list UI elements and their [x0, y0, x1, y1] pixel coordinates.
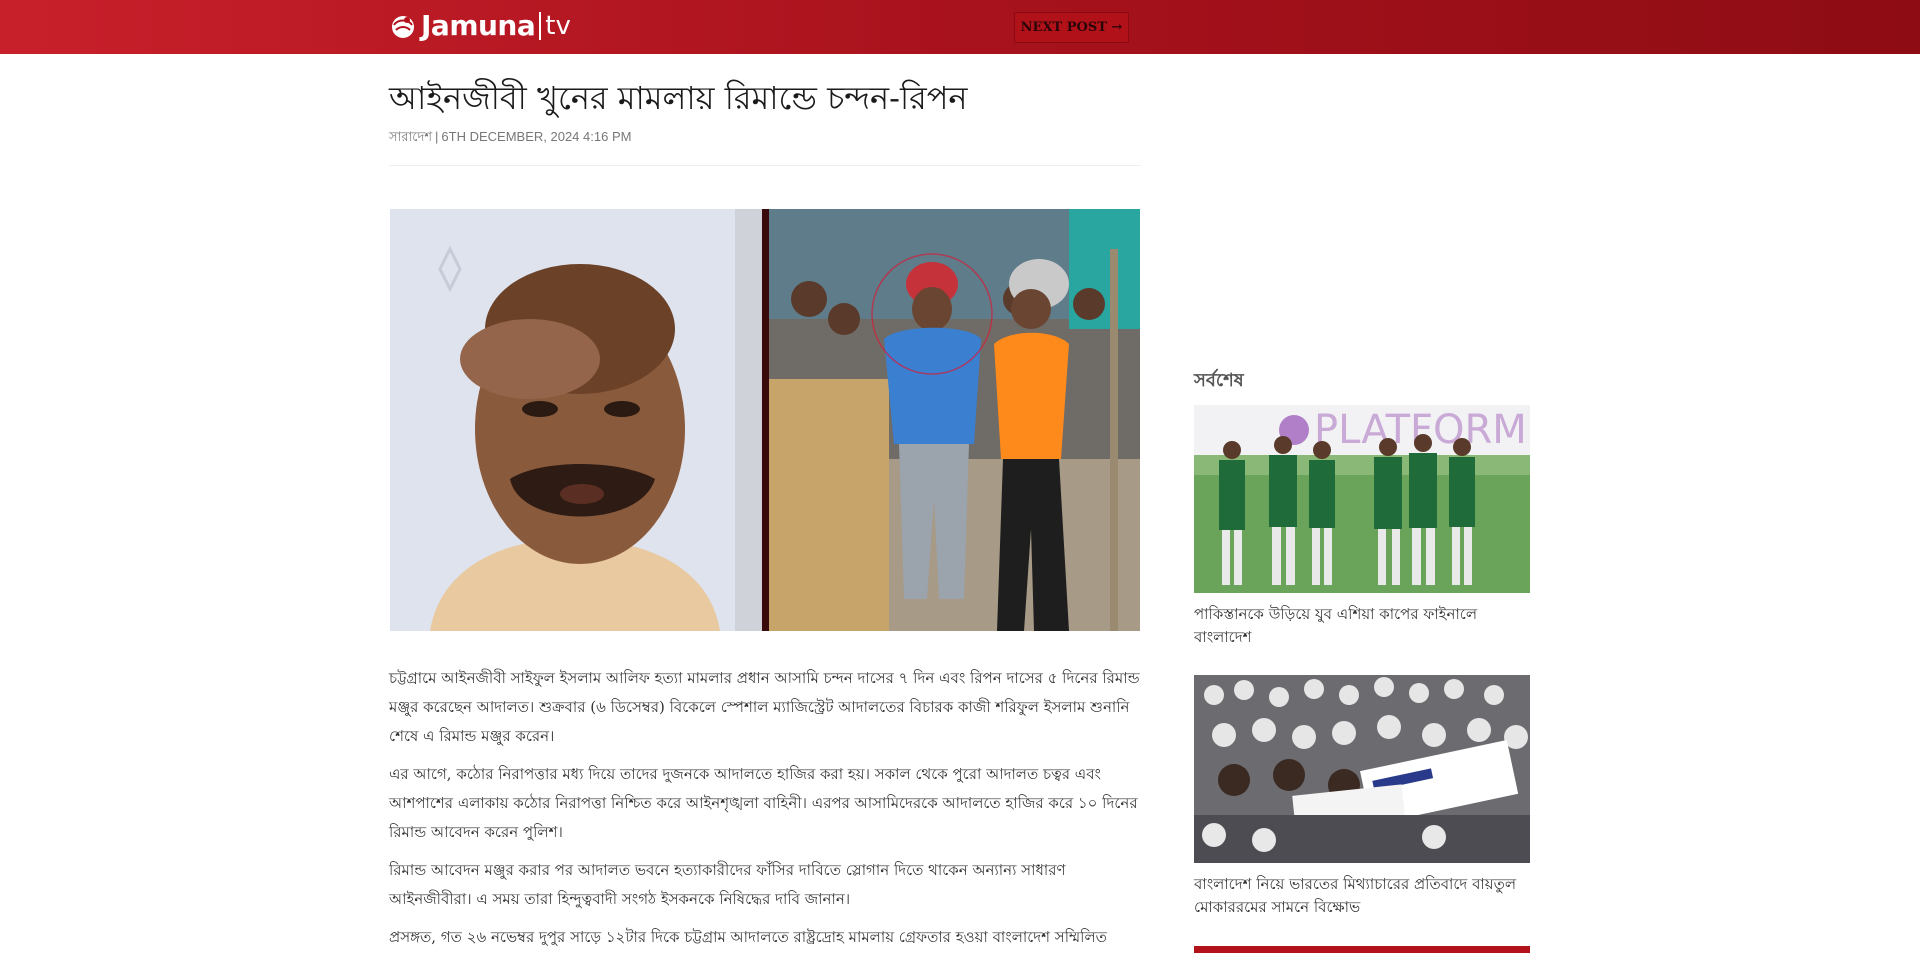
cricket-thumbnail-illustration: PLATFORM: [1194, 405, 1530, 593]
site-header: Jamuna tv NEXT POST →: [0, 0, 1920, 54]
latest-news-card[interactable]: PLATFORM পাকিস্তানকে উড়িয়ে যুব এশিয়া …: [1194, 405, 1530, 649]
logo-separator: [539, 12, 542, 40]
article-paragraph: এর আগে, কঠোর নিরাপত্তার মধ্য দিয়ে তাদের…: [389, 765, 1138, 841]
site-logo[interactable]: Jamuna tv: [389, 9, 571, 43]
globe-logo-icon: [392, 16, 414, 38]
crowd-illustration: [769, 209, 1140, 631]
meta-separator: |: [435, 129, 439, 144]
meta-divider: [389, 165, 1141, 166]
article-date: 6TH DECEMBER, 2024 4:16 PM: [441, 129, 632, 144]
card-thumbnail-cricket[interactable]: PLATFORM: [1194, 405, 1530, 593]
lead-image-portrait: [390, 209, 762, 631]
logo-suffix: tv: [545, 11, 571, 41]
logo-wordmark: Jamuna: [421, 9, 536, 42]
latest-news-card[interactable]: বাংলাদেশ নিয়ে ভারতের মিথ্যাচারের প্রতিব…: [1194, 675, 1530, 919]
sidebar-title: সর্বশেষ: [1194, 370, 1244, 391]
article-meta: সারাদেশ | 6TH DECEMBER, 2024 4:16 PM: [389, 128, 631, 149]
lead-image: [390, 209, 1140, 631]
article-headline: আইনজীবী খুনের মামলায় রিমান্ডে চন্দন-রিপ…: [389, 79, 968, 117]
protest-thumbnail-illustration: [1194, 675, 1530, 863]
latest-news-card-next[interactable]: [1194, 946, 1530, 953]
portrait-illustration: [390, 209, 762, 631]
lead-image-divider: [762, 209, 769, 631]
article-category[interactable]: সারাদেশ: [389, 129, 432, 144]
card-thumbnail-protest[interactable]: [1194, 675, 1530, 863]
lead-image-crowd: [769, 209, 1140, 631]
article-paragraph: রিমান্ড আবেদন মঞ্জুর করার পর আদালত ভবনে …: [389, 861, 1066, 908]
article-paragraph: চট্টগ্রামে আইনজীবী সাইফুল ইসলাম আলিফ হত্…: [389, 669, 1140, 745]
article-body: চট্টগ্রামে আইনজীবী সাইফুল ইসলাম আলিফ হত্…: [389, 664, 1141, 953]
article-paragraph: প্রসঙ্গত, গত ২৬ নভেম্বর দুপুর সাড়ে ১২টা…: [389, 928, 1107, 946]
next-post-button[interactable]: NEXT POST →: [1014, 12, 1129, 43]
card-headline[interactable]: পাকিস্তানকে উড়িয়ে যুব এশিয়া কাপের ফাই…: [1194, 603, 1530, 649]
card-headline[interactable]: বাংলাদেশ নিয়ে ভারতের মিথ্যাচারের প্রতিব…: [1194, 873, 1530, 919]
